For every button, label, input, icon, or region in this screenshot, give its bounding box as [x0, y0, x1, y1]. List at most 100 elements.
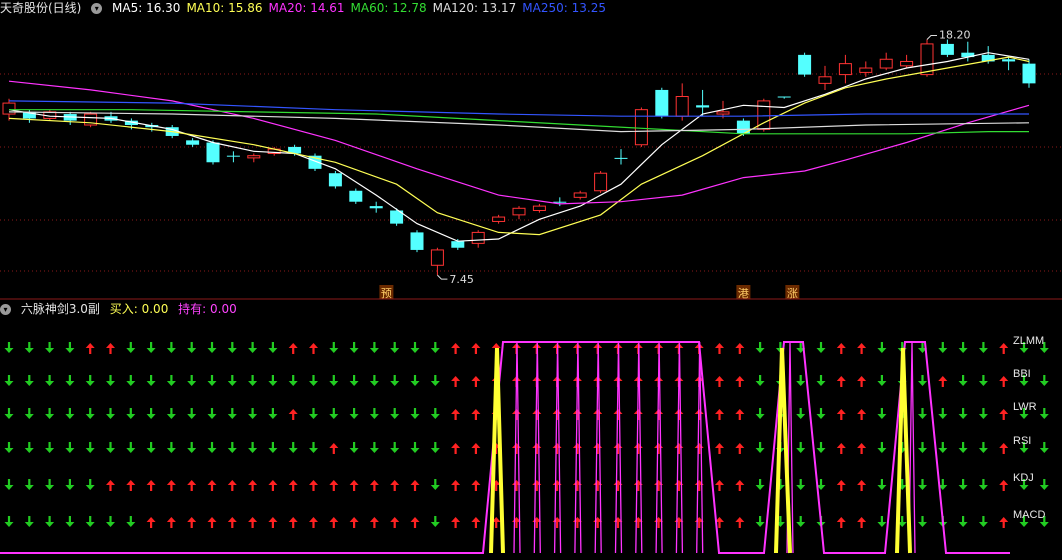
up-arrow [491, 343, 501, 348]
candle-body [594, 172, 608, 192]
up-arrow [451, 480, 461, 485]
up-arrow [451, 517, 461, 522]
up-arrow [532, 443, 542, 448]
up-arrow [248, 517, 258, 522]
up-arrow [227, 480, 237, 485]
down-arrow [958, 522, 968, 527]
candle-body [838, 63, 852, 76]
up-arrow [329, 480, 339, 485]
up-arrow [572, 443, 582, 448]
down-arrow [816, 348, 826, 353]
down-arrow [430, 348, 440, 353]
up-arrow [715, 409, 724, 414]
down-arrow [755, 448, 765, 453]
down-arrow [4, 381, 14, 386]
candle-body [634, 109, 648, 146]
candle-body [532, 205, 546, 211]
up-arrow [999, 409, 1009, 414]
down-arrow [796, 448, 806, 453]
down-arrow [268, 381, 278, 386]
up-arrow [349, 517, 359, 522]
up-arrow [836, 480, 846, 485]
down-arrow [796, 485, 806, 490]
candle-body [920, 43, 934, 76]
down-arrow [349, 448, 359, 453]
down-arrow [978, 414, 988, 419]
up-arrow [857, 343, 867, 348]
down-arrow [146, 414, 156, 419]
candle-body [716, 111, 730, 115]
up-arrow [999, 480, 1009, 485]
candlestick-chart[interactable]: 18.20 7.45 预 港 涨 [0, 0, 1062, 300]
down-arrow [24, 348, 34, 353]
down-arrow [1019, 348, 1029, 353]
high-label: 18.20 [939, 29, 971, 42]
down-arrow [796, 522, 806, 527]
up-arrow [146, 517, 156, 522]
down-arrow [126, 414, 136, 419]
down-arrow [166, 381, 176, 386]
down-arrow [106, 522, 115, 527]
down-arrow [24, 448, 34, 453]
candle-body [369, 206, 383, 209]
up-arrow [857, 443, 867, 448]
down-arrow [24, 485, 34, 490]
up-arrow [85, 343, 95, 348]
down-arrow [978, 348, 988, 353]
up-arrow [471, 409, 481, 414]
down-arrow [24, 381, 34, 386]
candle-body [940, 43, 954, 55]
down-arrow [430, 522, 440, 527]
down-arrow [288, 448, 298, 453]
up-arrow [735, 343, 745, 348]
up-arrow [471, 480, 481, 485]
down-arrow [978, 522, 988, 527]
up-arrow [288, 409, 298, 414]
down-arrow [329, 348, 339, 353]
up-arrow [288, 480, 298, 485]
down-arrow [24, 522, 34, 527]
up-arrow [349, 480, 359, 485]
down-arrow [796, 381, 806, 386]
up-arrow [329, 517, 339, 522]
up-arrow [593, 443, 603, 448]
down-arrow [755, 414, 765, 419]
up-arrow [451, 443, 461, 448]
down-arrow [430, 414, 440, 419]
up-arrow [471, 376, 481, 381]
signal-chart[interactable] [0, 317, 1062, 560]
candle-body [349, 190, 363, 202]
down-arrow [1039, 448, 1049, 453]
down-arrow [1039, 485, 1049, 490]
candle-body [777, 96, 791, 98]
down-arrow [369, 381, 379, 386]
indicator-title[interactable]: 六脉神剑3.0副 [21, 302, 100, 316]
down-arrow [85, 381, 95, 386]
up-arrow [390, 480, 400, 485]
down-arrow [877, 485, 887, 490]
indicator-label: LWR [1013, 401, 1037, 413]
down-arrow [918, 448, 927, 453]
down-arrow [1019, 414, 1029, 419]
down-arrow [958, 485, 968, 490]
down-arrow [126, 381, 136, 386]
event-label: 港 [738, 287, 749, 300]
up-arrow [390, 517, 400, 522]
up-arrow [288, 517, 298, 522]
down-arrow [268, 414, 278, 419]
down-arrow [938, 414, 948, 419]
up-arrow [613, 443, 623, 448]
down-arrow [288, 381, 298, 386]
indicator-label: BBI [1013, 368, 1031, 380]
down-arrow [65, 448, 75, 453]
up-arrow [126, 480, 136, 485]
up-arrow [187, 517, 197, 522]
down-arrow [1039, 522, 1049, 527]
down-arrow [146, 381, 156, 386]
down-arrow [85, 485, 95, 490]
down-arrow [958, 448, 968, 453]
candle-body [430, 249, 444, 266]
up-arrow [999, 376, 1009, 381]
dropdown-icon[interactable]: ▾ [0, 304, 11, 315]
up-arrow [836, 409, 846, 414]
